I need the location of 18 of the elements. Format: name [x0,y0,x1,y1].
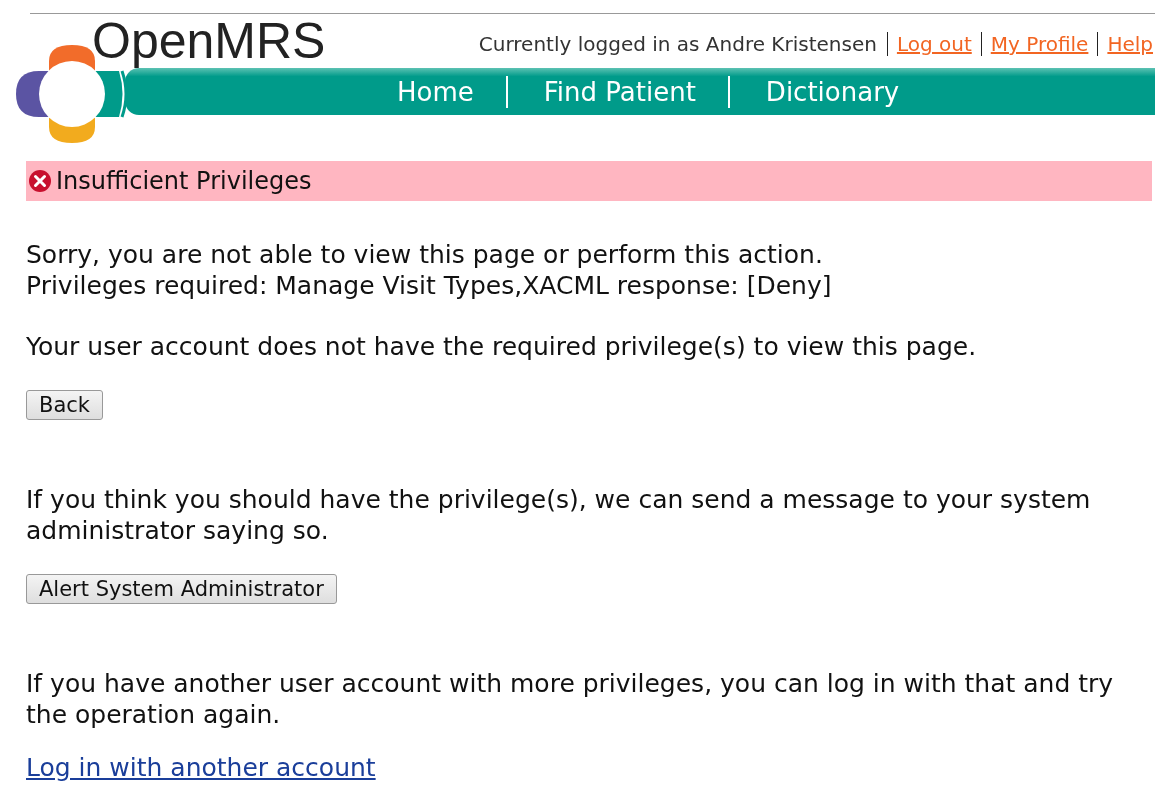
message-text: If you think you should have the privilege(s), we can send a message to your system administrator saying so. [26,484,1092,546]
nav-item[interactable]: Dictionary [727,75,932,108]
message-line: Sorry, you are not able to view this page or perform this action. [26,239,824,270]
message-line: Privileges required: Manage Visit Types,XACML response: [Deny] [26,270,833,301]
header-link[interactable]: My Profile [980,32,1089,56]
error-title: Insufficient Privileges [56,167,312,195]
login-link[interactable]: Log in with another account [26,753,376,782]
brand-name: OpenMRS [92,14,326,68]
nav-item[interactable]: Find Patient [505,75,728,108]
action-button[interactable]: Back [26,390,103,420]
logged-in-text: Currently logged in as Andre Kristensen [478,32,877,56]
nav-item[interactable]: Home [361,75,506,108]
action-button[interactable]: Alert System Administrator [26,574,337,604]
header-link[interactable]: Log out [886,32,972,56]
message-text: Your user account does not have the required privilege(s) to view this page. [26,331,978,362]
header-link[interactable]: Help [1097,32,1153,56]
error-icon [28,169,52,193]
message-text: If you have another user account with more privileges, you can log in with that and try the operation again. [26,668,1115,730]
